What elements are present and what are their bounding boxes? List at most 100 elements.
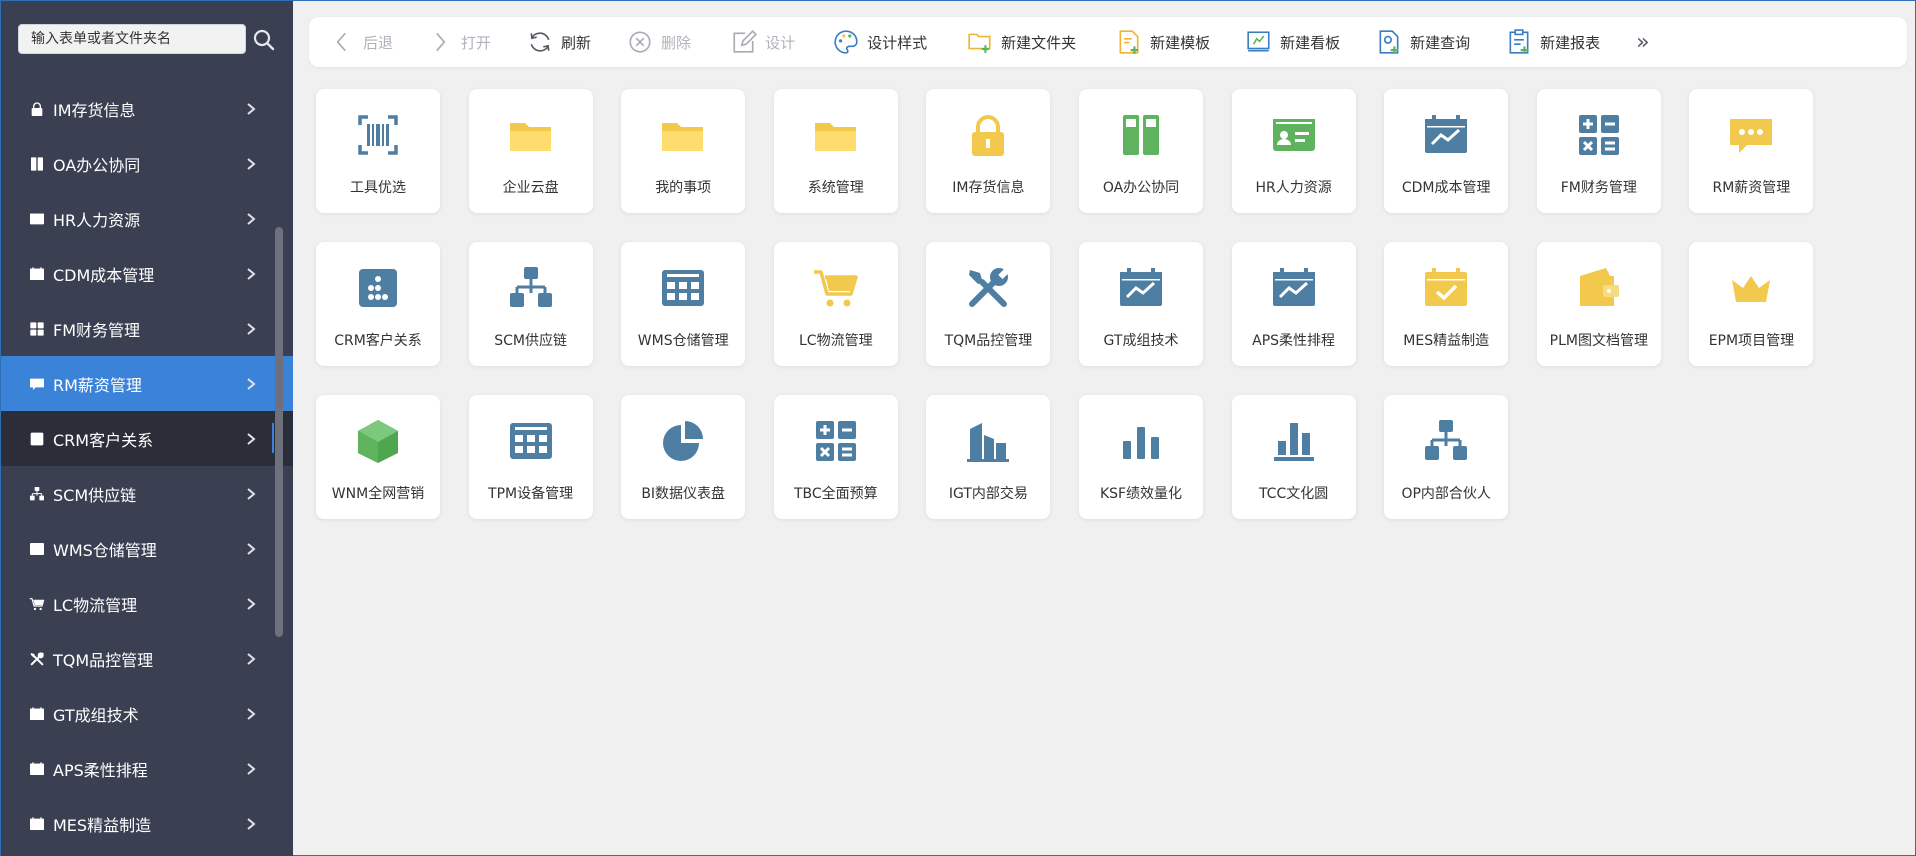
sidebar-item-icon bbox=[29, 321, 45, 337]
org-chart-icon bbox=[30, 486, 44, 500]
toolbar-button[interactable]: 新建文件夹 bbox=[967, 17, 1076, 67]
toolbar-more-button[interactable]: » bbox=[1636, 17, 1649, 67]
module-tile-icon bbox=[1117, 264, 1165, 312]
module-tile[interactable]: 我的事项 bbox=[621, 89, 746, 213]
toolbar-button[interactable]: 设计样式 bbox=[833, 17, 927, 67]
module-tile[interactable]: HR人力资源 bbox=[1231, 89, 1356, 213]
module-tile-icon bbox=[1422, 264, 1470, 312]
podium-chart-icon bbox=[1273, 423, 1314, 461]
new-board-icon bbox=[1247, 31, 1270, 52]
module-tile[interactable]: FM财务管理 bbox=[1536, 89, 1661, 213]
module-tile[interactable]: OP内部合伙人 bbox=[1384, 395, 1509, 519]
sidebar-item-icon bbox=[29, 541, 45, 557]
module-tile[interactable]: MES精益制造 bbox=[1384, 242, 1509, 366]
sidebar-item-label: LC物流管理 bbox=[53, 595, 138, 615]
module-tile-icon bbox=[659, 264, 707, 312]
sidebar-item[interactable]: APS柔性排程 bbox=[1, 741, 293, 796]
chart-board-icon bbox=[1425, 115, 1468, 153]
module-tile[interactable]: GT成组技术 bbox=[1079, 242, 1203, 366]
module-tile[interactable]: TQM品控管理 bbox=[926, 242, 1051, 366]
sidebar-item[interactable]: MES精益制造 bbox=[1, 796, 293, 851]
sidebar-item[interactable]: RM薪资管理 bbox=[1, 356, 293, 411]
folder-icon bbox=[814, 123, 856, 151]
sidebar-item-label: MES精益制造 bbox=[53, 815, 152, 835]
wallet-icon bbox=[1579, 268, 1619, 306]
module-tile[interactable]: WMS仓储管理 bbox=[621, 242, 746, 366]
sidebar-item-label: APS柔性排程 bbox=[53, 760, 148, 780]
module-tile[interactable]: 系统管理 bbox=[773, 89, 898, 213]
toolbar-button[interactable]: 新建报表 bbox=[1506, 17, 1600, 67]
org-chart-icon bbox=[509, 267, 552, 307]
toolbar-button[interactable]: 设计 bbox=[731, 17, 795, 67]
toolbar-button[interactable]: 新建模板 bbox=[1116, 17, 1210, 67]
module-tile-label: WNM全网营销 bbox=[331, 486, 425, 502]
module-tile-icon bbox=[1575, 111, 1623, 159]
module-tile[interactable]: PLM图文档管理 bbox=[1536, 242, 1661, 366]
edit-icon bbox=[733, 30, 758, 53]
chevron-right-icon bbox=[243, 816, 259, 832]
chart-board-icon bbox=[1120, 268, 1162, 306]
cart-icon bbox=[813, 270, 858, 307]
sidebar-item[interactable]: SCM供应链 bbox=[1, 466, 293, 521]
module-tile[interactable]: CRM客户关系 bbox=[316, 242, 440, 366]
module-tile-label: APS柔性排程 bbox=[1252, 333, 1336, 349]
sidebar-item[interactable]: WMS仓储管理 bbox=[1, 521, 293, 576]
module-tile[interactable]: WNM全网营销 bbox=[316, 395, 440, 519]
module-tile[interactable]: KSF绩效量化 bbox=[1079, 395, 1203, 519]
module-tile[interactable]: 企业云盘 bbox=[468, 89, 593, 213]
toolbar-button-icon bbox=[427, 29, 453, 55]
sidebar-item-label: IM存货信息 bbox=[53, 100, 136, 120]
toolbar-button[interactable]: 新建看板 bbox=[1246, 17, 1340, 67]
module-tile[interactable]: TBC全面预算 bbox=[773, 395, 898, 519]
sidebar-item-label: FM财务管理 bbox=[53, 320, 141, 340]
toolbar-button-icon bbox=[1376, 29, 1402, 55]
sidebar-item-label: RM薪资管理 bbox=[53, 375, 142, 395]
module-tile[interactable]: 工具优选 bbox=[316, 89, 440, 213]
module-tile[interactable]: IM存货信息 bbox=[926, 89, 1051, 213]
toolbar-button[interactable]: 新建查询 bbox=[1376, 17, 1470, 67]
module-tile[interactable]: BI数据仪表盘 bbox=[621, 395, 746, 519]
module-tile-icon bbox=[1727, 264, 1775, 312]
chevron-right-icon bbox=[243, 706, 259, 722]
module-tile[interactable]: SCM供应链 bbox=[468, 242, 593, 366]
module-tile[interactable]: EPM项目管理 bbox=[1689, 242, 1814, 366]
chevron-right-icon bbox=[243, 541, 259, 557]
module-tile[interactable]: CDM成本管理 bbox=[1384, 89, 1509, 213]
tools-icon bbox=[30, 651, 44, 665]
module-tile-label: 系统管理 bbox=[807, 180, 864, 196]
module-tile[interactable]: LC物流管理 bbox=[773, 242, 898, 366]
sidebar-item[interactable]: GT成组技术 bbox=[1, 686, 293, 741]
module-tile[interactable]: RM薪资管理 bbox=[1689, 89, 1814, 213]
toolbar-button-label: 后退 bbox=[363, 33, 394, 52]
module-tile[interactable]: APS柔性排程 bbox=[1231, 242, 1356, 366]
chevron-right-icon bbox=[243, 156, 259, 172]
module-tile-icon bbox=[354, 264, 402, 312]
search-button[interactable] bbox=[251, 27, 277, 53]
sidebar-menu: IM存货信息 OA办公协同 HR人力资源 CDM成本管理 FM财务管理 RM薪资… bbox=[1, 81, 293, 851]
sidebar-item[interactable]: HR人力资源 bbox=[1, 191, 293, 246]
module-tile[interactable]: OA办公协同 bbox=[1079, 89, 1203, 213]
sidebar-item[interactable]: CDM成本管理 bbox=[1, 246, 293, 301]
toolbar-button[interactable]: 刷新 bbox=[527, 17, 591, 67]
sidebar-item[interactable]: IM存货信息 bbox=[1, 81, 293, 136]
chevron-right-icon bbox=[243, 266, 259, 282]
toolbar-button[interactable]: 打开 bbox=[427, 17, 491, 67]
sidebar-item[interactable]: CRM客户关系 bbox=[1, 411, 293, 466]
chevron-right-icon bbox=[243, 431, 259, 447]
sidebar-item[interactable]: TQM品控管理 bbox=[1, 631, 293, 686]
sidebar-scrollbar-thumb[interactable] bbox=[275, 227, 283, 637]
calculator-icon bbox=[815, 421, 856, 461]
module-tile-label: GT成组技术 bbox=[1103, 333, 1179, 349]
dots-square-icon bbox=[30, 432, 44, 445]
module-tile-icon bbox=[1117, 417, 1165, 465]
search-input[interactable] bbox=[19, 25, 245, 53]
toolbar-button[interactable]: 后退 bbox=[329, 17, 393, 67]
sidebar-item[interactable]: LC物流管理 bbox=[1, 576, 293, 631]
module-tile[interactable]: TPM设备管理 bbox=[468, 395, 593, 519]
sidebar-item[interactable]: FM财务管理 bbox=[1, 301, 293, 356]
toolbar-button[interactable]: 删除 bbox=[627, 17, 691, 67]
toolbar-button-label: 刷新 bbox=[561, 33, 592, 52]
sidebar-item[interactable]: OA办公协同 bbox=[1, 136, 293, 191]
module-tile[interactable]: TCC文化圆 bbox=[1231, 395, 1356, 519]
module-tile[interactable]: IGT内部交易 bbox=[926, 395, 1051, 519]
